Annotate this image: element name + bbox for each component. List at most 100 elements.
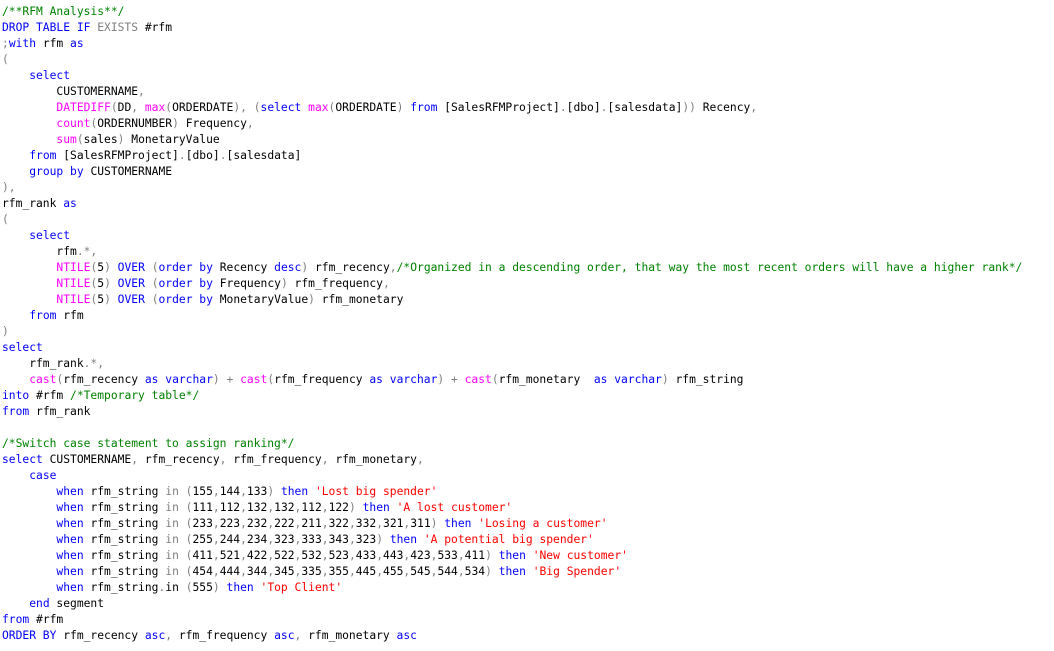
code-token: 423 xyxy=(410,549,431,562)
code-line[interactable]: case xyxy=(0,468,1054,484)
code-line[interactable]: NTILE(5) OVER (order by MonetaryValue) r… xyxy=(0,292,1054,308)
code-line[interactable]: when rfm_string in (411,521,422,522,532,… xyxy=(0,548,1054,564)
code-token: when xyxy=(56,581,84,594)
code-token: segment xyxy=(49,597,105,610)
code-token: 144 xyxy=(219,485,241,498)
code-line[interactable]: select xyxy=(0,340,1054,356)
code-token: from xyxy=(2,613,30,626)
code-token: ) xyxy=(396,101,411,114)
code-token: select xyxy=(29,69,71,82)
code-token: ) xyxy=(104,293,118,306)
code-line[interactable]: when rfm_string in (255,244,234,323,333,… xyxy=(0,532,1054,548)
code-token: 234 xyxy=(246,533,268,546)
code-token: Recency xyxy=(695,101,751,114)
code-line[interactable]: when rfm_string in (233,223,232,222,211,… xyxy=(0,516,1054,532)
code-token: sum xyxy=(56,133,77,146)
code-token: 132 xyxy=(246,501,268,514)
code-line[interactable]: /**RFM Analysis**/ xyxy=(0,4,1054,20)
code-token: , xyxy=(321,565,329,578)
code-line[interactable]: /*Switch case statement to assign rankin… xyxy=(0,436,1054,452)
code-token: , xyxy=(376,565,384,578)
code-line[interactable]: cast(rfm_recency as varchar) + cast(rfm_… xyxy=(0,372,1054,388)
code-line[interactable]: ( xyxy=(0,52,1054,68)
code-token: OVER xyxy=(117,293,145,306)
code-line[interactable]: into #rfm /*Temporary table*/ xyxy=(0,388,1054,404)
code-line[interactable]: ), xyxy=(0,180,1054,196)
code-token: , xyxy=(416,453,424,466)
code-token: DROP TABLE IF xyxy=(2,21,98,34)
code-line[interactable]: group by CUSTOMERNAME xyxy=(0,164,1054,180)
code-line[interactable]: from rfm xyxy=(0,308,1054,324)
code-token: then xyxy=(498,565,533,578)
code-token: when xyxy=(56,485,84,498)
code-line[interactable]: count(ORDERNUMBER) Frequency, xyxy=(0,116,1054,132)
code-line[interactable]: NTILE(5) OVER (order by Recency desc) rf… xyxy=(0,260,1054,276)
code-token: 544 xyxy=(437,565,458,578)
code-token: /*Temporary table*/ xyxy=(70,389,200,402)
code-token: when xyxy=(56,533,84,546)
code-token: rfm_frequency xyxy=(226,453,322,466)
code-token: , xyxy=(348,565,356,578)
code-token: as varchar xyxy=(144,373,213,386)
code-line[interactable]: from [SalesRFMProject].[dbo].[salesdata] xyxy=(0,148,1054,164)
code-token: group by xyxy=(29,165,84,178)
code-line[interactable]: rfm_rank as xyxy=(0,196,1054,212)
code-token: when xyxy=(56,565,84,578)
code-token: rfm_recency xyxy=(56,629,145,642)
code-token: 223 xyxy=(219,517,241,530)
code-line[interactable]: when rfm_string.in (555) then 'Top Clien… xyxy=(0,580,1054,596)
code-line[interactable]: when rfm_string in (111,112,132,132,112,… xyxy=(0,500,1054,516)
code-token: 521 xyxy=(219,549,241,562)
code-token: rfm xyxy=(36,37,71,50)
code-token: NTILE xyxy=(56,261,91,274)
code-token: DD xyxy=(117,101,132,114)
code-token: .*, xyxy=(76,245,98,258)
code-token: [SalesRFMProject] xyxy=(437,101,560,114)
code-token: as varchar xyxy=(369,373,438,386)
code-line[interactable]: NTILE(5) OVER (order by Frequency) rfm_f… xyxy=(0,276,1054,292)
code-line[interactable]: from rfm_rank xyxy=(0,404,1054,420)
code-line[interactable]: when rfm_string in (155,144,133) then 'L… xyxy=(0,484,1054,500)
code-token: rfm_monetary xyxy=(314,293,404,306)
code-line[interactable]: ORDER BY rfm_recency asc, rfm_frequency … xyxy=(0,628,1054,644)
code-token: , xyxy=(240,549,247,562)
code-line[interactable]: DROP TABLE IF EXISTS #rfm xyxy=(0,20,1054,36)
code-token: as xyxy=(70,37,84,50)
code-line[interactable]: CUSTOMERNAME, xyxy=(0,84,1054,100)
code-line[interactable] xyxy=(0,420,1054,436)
code-token: rfm_string xyxy=(83,501,166,514)
code-token: rfm_frequency xyxy=(287,277,383,290)
code-token: , xyxy=(750,101,758,114)
code-line[interactable]: end segment xyxy=(0,596,1054,612)
code-line[interactable]: ) xyxy=(0,324,1054,340)
code-line[interactable]: sum(sales) MonetaryValue xyxy=(0,132,1054,148)
code-token: , xyxy=(212,565,220,578)
code-line[interactable]: select xyxy=(0,68,1054,84)
code-token: when xyxy=(56,549,84,562)
code-token: 411 xyxy=(192,549,213,562)
code-line[interactable]: select xyxy=(0,228,1054,244)
code-line[interactable]: when rfm_string in (454,444,344,345,335,… xyxy=(0,564,1054,580)
sql-code-editor[interactable]: /**RFM Analysis**/ DROP TABLE IF EXISTS #… xyxy=(0,0,1054,651)
code-token: 321 xyxy=(383,517,404,530)
code-line[interactable]: ;with rfm as xyxy=(0,36,1054,52)
code-token: ORDER BY xyxy=(2,629,57,642)
code-line[interactable]: select CUSTOMERNAME, rfm_recency, rfm_fr… xyxy=(0,452,1054,468)
code-line[interactable]: ( xyxy=(0,212,1054,228)
code-line[interactable]: from #rfm xyxy=(0,612,1054,628)
code-token: 133 xyxy=(246,485,268,498)
code-token: rfm_monetary xyxy=(301,629,397,642)
code-token: ) xyxy=(104,261,118,274)
code-token: rfm_recency xyxy=(63,373,145,386)
code-line[interactable]: rfm.*, xyxy=(0,244,1054,260)
code-token: 323 xyxy=(274,533,295,546)
code-line[interactable]: DATEDIFF(DD, max(ORDERDATE), (select max… xyxy=(0,100,1054,116)
code-line[interactable]: rfm_rank.*, xyxy=(0,356,1054,372)
code-token: . xyxy=(178,149,186,162)
